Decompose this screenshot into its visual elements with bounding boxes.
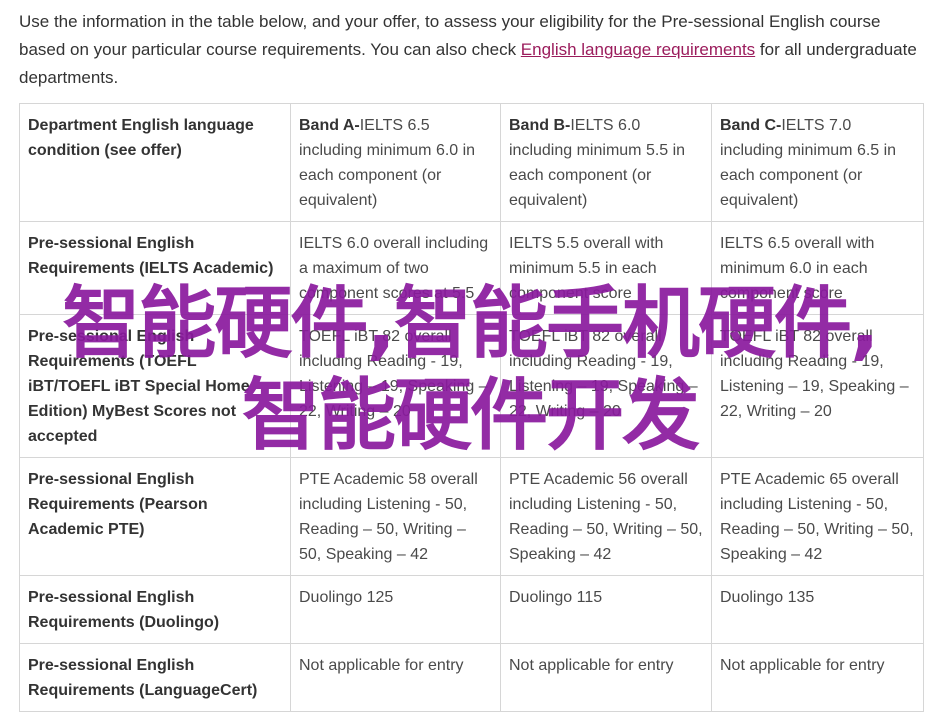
table-cell: Duolingo 125	[290, 575, 501, 644]
table-row: Pre-sessional English Requirements (IELT…	[19, 221, 924, 315]
row-label: Pre-sessional English Requirements (Lang…	[19, 643, 291, 712]
row-label: Pre-sessional English Requirements (IELT…	[19, 221, 291, 315]
row-label: Pre-sessional English Requirements (Pear…	[19, 457, 291, 576]
header-label-cell: Department English language condition (s…	[19, 103, 291, 222]
table-cell: Not applicable for entry	[290, 643, 501, 712]
row-label: Pre-sessional English Requirements (Duol…	[19, 575, 291, 644]
table-cell: TOEFL iBT 82 overall including Reading -…	[500, 314, 712, 458]
table-cell: TOEFL iBT 82 overall including Reading -…	[290, 314, 501, 458]
requirements-table: Department English language condition (s…	[19, 103, 924, 712]
table-cell: Duolingo 135	[711, 575, 924, 644]
table-cell: IELTS 6.0 overall including a maximum of…	[290, 221, 501, 315]
band-a-name: Band A-	[299, 117, 360, 134]
english-requirements-link[interactable]: English language requirements	[521, 40, 755, 59]
band-c-name: Band C-	[720, 117, 782, 134]
table-cell: PTE Academic 58 overall including Listen…	[290, 457, 501, 576]
band-a-cell: Band A-IELTS 6.5 including minimum 6.0 i…	[290, 103, 501, 222]
intro-paragraph: Use the information in the table below, …	[19, 8, 924, 92]
band-b-cell: Band B-IELTS 6.0 including minimum 5.5 i…	[500, 103, 712, 222]
table-cell: IELTS 6.5 overall with minimum 6.0 in ea…	[711, 221, 924, 315]
table-cell: IELTS 5.5 overall with minimum 5.5 in ea…	[500, 221, 712, 315]
band-c-cell: Band C-IELTS 7.0 including minimum 6.5 i…	[711, 103, 924, 222]
table-cell: Duolingo 115	[500, 575, 712, 644]
table-cell: PTE Academic 56 overall including Listen…	[500, 457, 712, 576]
row-label: Pre-sessional English Requirements (TOEF…	[19, 314, 291, 458]
table-cell: Not applicable for entry	[500, 643, 712, 712]
table-header-row: Department English language condition (s…	[19, 103, 924, 222]
table-cell: PTE Academic 65 overall including Listen…	[711, 457, 924, 576]
table-row: Pre-sessional English Requirements (TOEF…	[19, 314, 924, 458]
band-b-name: Band B-	[509, 117, 571, 134]
table-row: Pre-sessional English Requirements (Duol…	[19, 575, 924, 644]
table-cell: TOEFL iBT 82 overall including Reading -…	[711, 314, 924, 458]
table-row: Pre-sessional English Requirements (Lang…	[19, 643, 924, 712]
table-cell: Not applicable for entry	[711, 643, 924, 712]
header-label: Department English language condition (s…	[28, 117, 254, 159]
table-row: Pre-sessional English Requirements (Pear…	[19, 457, 924, 576]
